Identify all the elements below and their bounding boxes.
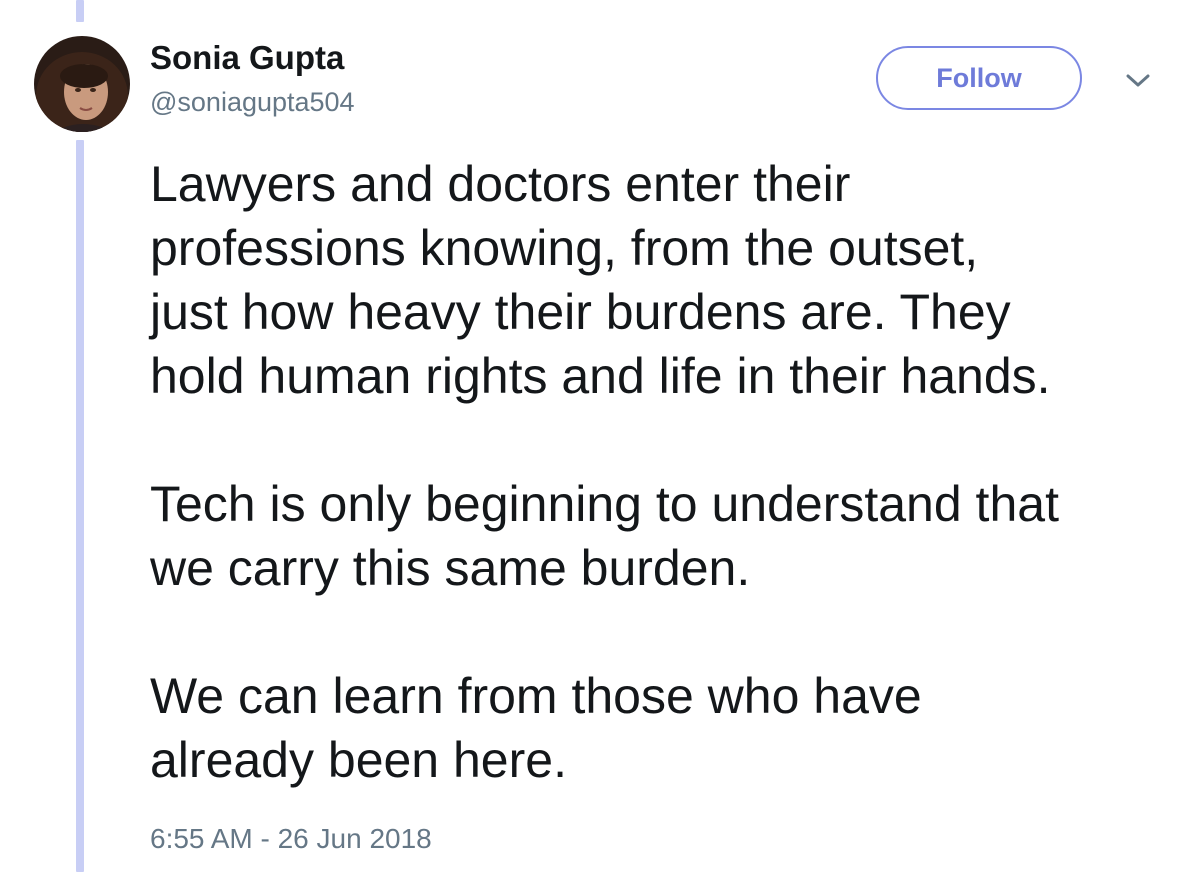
follow-button[interactable]: Follow [876, 46, 1082, 110]
chevron-down-icon[interactable] [1124, 66, 1152, 94]
user-handle[interactable]: @soniagupta504 [150, 82, 355, 122]
avatar[interactable] [34, 36, 130, 132]
tweet-paragraph: Lawyers and doctors enter their professi… [150, 156, 1051, 404]
tweet-paragraph: We can learn from those who have already… [150, 668, 922, 788]
tweet-paragraph: Tech is only beginning to understand tha… [150, 476, 1059, 596]
profile-photo-icon [34, 36, 130, 132]
tweet-text: Lawyers and doctors enter their professi… [150, 152, 1190, 792]
thread-line-bottom [76, 140, 84, 872]
display-name[interactable]: Sonia Gupta [150, 36, 344, 80]
thread-line-top [76, 0, 84, 22]
tweet-timestamp[interactable]: 6:55 AM - 26 Jun 2018 [150, 820, 432, 858]
